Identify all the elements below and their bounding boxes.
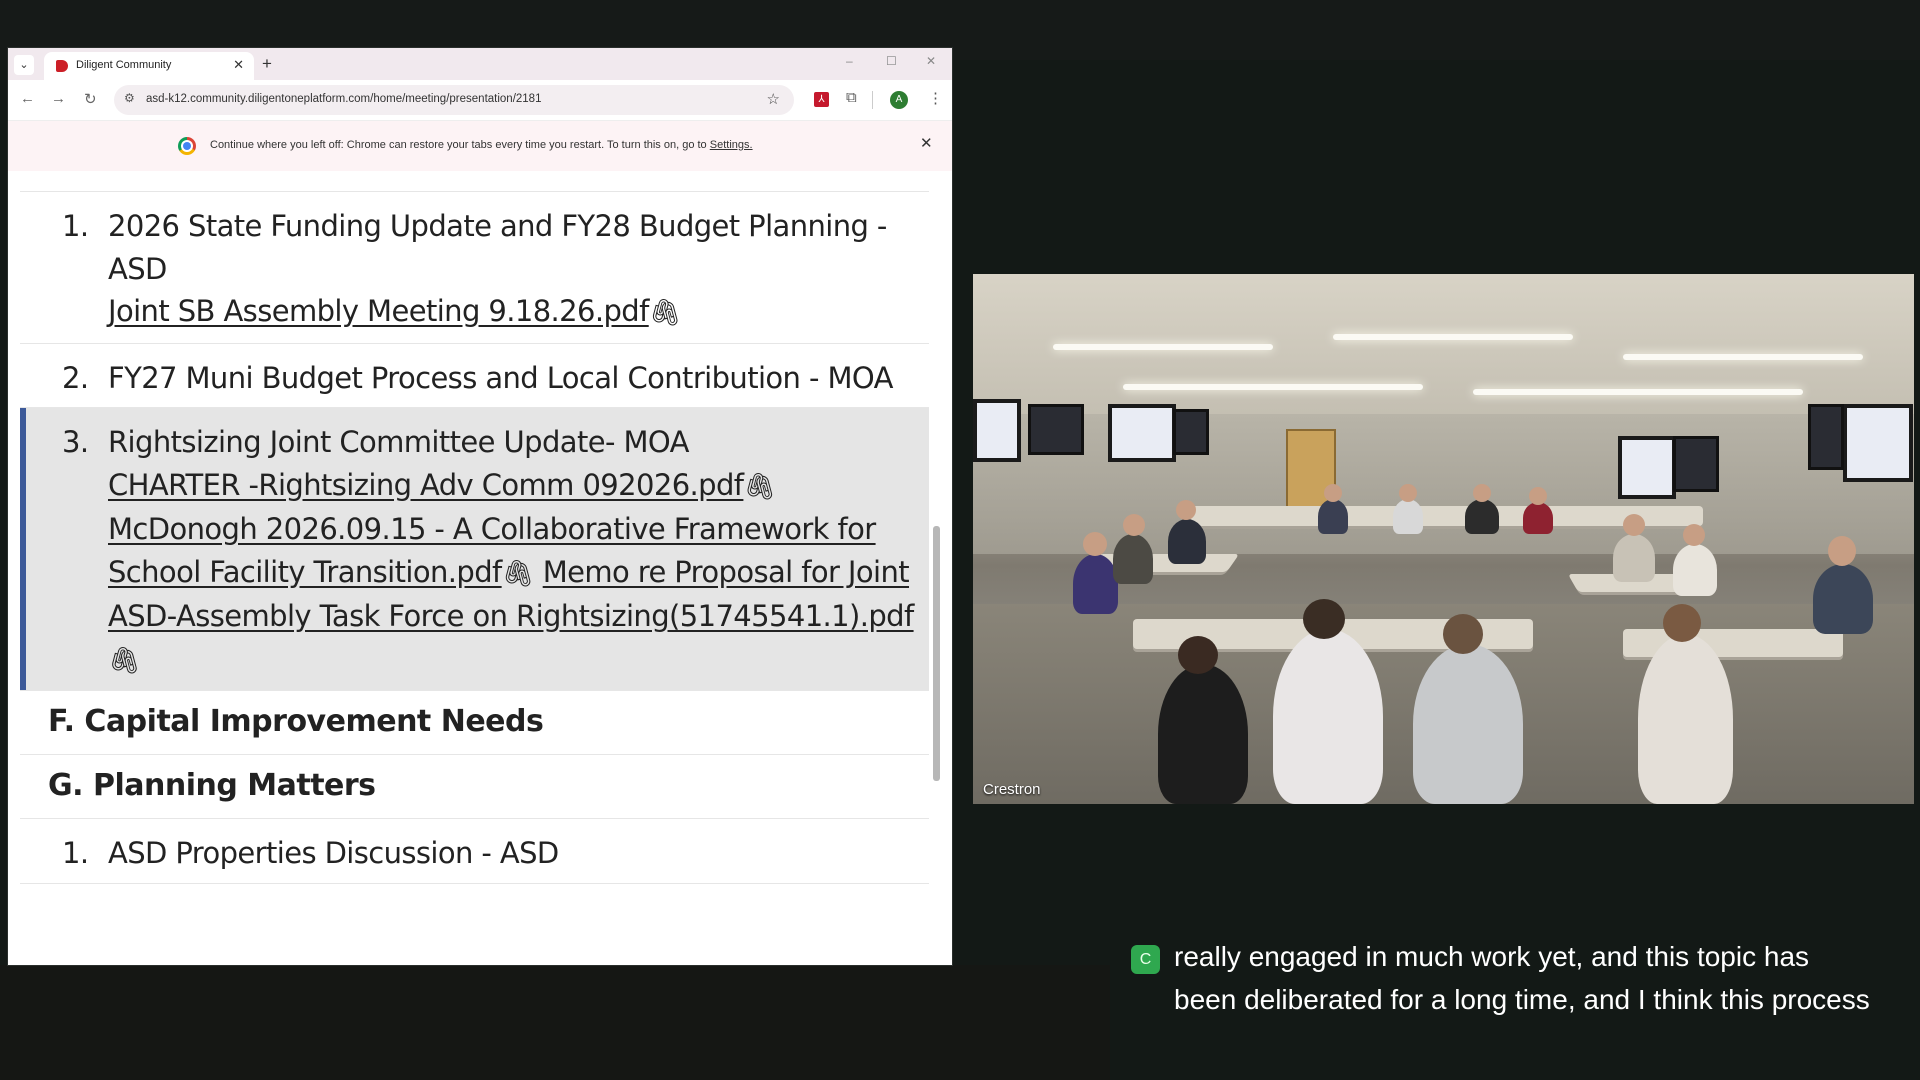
person-head [1683,524,1705,546]
item-number: 1. [62,836,89,870]
ceiling-light [1333,334,1573,340]
paperclip-icon: 🖇 [743,471,776,502]
wall-monitor [1618,436,1676,499]
person-head [1303,599,1345,639]
seated-person-foreground [1413,644,1523,804]
agenda-list: 1. 2026 State Funding Update and FY28 Bu… [20,191,929,884]
agenda-item-1[interactable]: 1. 2026 State Funding Update and FY28 Bu… [20,192,929,344]
desktop-bottom-band [0,965,1110,1080]
ceiling-light [1053,344,1273,350]
person-head [1443,614,1483,654]
person-head [1176,500,1196,520]
seated-person [1393,499,1423,534]
person-head [1529,487,1547,505]
seated-person [1813,564,1873,634]
paperclip-icon: 🖇 [501,558,535,589]
seated-person [1168,519,1206,564]
forward-icon[interactable]: → [51,90,66,107]
acrobat-icon[interactable]: ⅄ [814,92,829,107]
infobar-message: Continue where you left off: Chrome can … [210,139,753,151]
wall-monitor [973,399,1021,462]
address-bar[interactable]: ⚙ asd-k12.community.diligentoneplatform.… [114,85,794,115]
site-info-icon[interactable]: ⚙ [124,91,135,105]
person-head [1324,484,1342,502]
agenda-page: 1. 2026 State Funding Update and FY28 Bu… [8,171,952,965]
back-icon[interactable]: ← [20,90,35,107]
extensions-icon[interactable]: ⧉ [846,89,857,106]
browser-window: ⌄ Diligent Community ✕ + – ☐ ✕ ← → ↻ ⚙ a… [8,48,952,965]
agenda-item-properties[interactable]: 1. ASD Properties Discussion - ASD [20,819,929,884]
settings-link[interactable]: Settings. [710,139,753,151]
item-number: 3. [62,425,89,459]
url-text: asd-k12.community.diligentoneplatform.co… [146,93,542,105]
kebab-menu-icon[interactable]: ⋮ [928,89,943,107]
wall-monitor [1108,404,1176,462]
restore-tabs-infobar: Continue where you left off: Chrome can … [8,121,952,172]
wall-monitor [1808,404,1844,470]
paperclip-icon: 🖇 [648,298,682,328]
item-number: 1. [62,209,89,243]
seated-person [1613,534,1655,582]
person-head [1663,604,1701,642]
page-scrollbar[interactable] [933,526,940,781]
attachment-link[interactable]: CHARTER -Rightsizing Adv Comm 092026.pdf [108,468,744,502]
maximize-button[interactable]: ☐ [886,54,897,68]
new-tab-button[interactable]: + [262,54,272,74]
bookmark-star-icon[interactable]: ☆ [767,90,780,108]
ceiling-light [1623,354,1863,360]
browser-tab[interactable]: Diligent Community ✕ [44,52,254,80]
paperclip-icon: 🖇 [108,645,141,676]
video-feed: Crestron [973,274,1914,804]
item-title: 2026 State Funding Update and FY28 Budge… [108,209,887,286]
person-head [1399,484,1417,502]
seated-person [1318,499,1348,534]
toolbar-divider [872,91,873,109]
chrome-logo-icon [178,137,196,155]
section-capital-improvement[interactable]: F. Capital Improvement Needs [20,691,929,755]
live-caption-text: really engaged in much work yet, and thi… [1174,941,1870,1015]
agenda-item-3-selected[interactable]: 3. Rightsizing Joint Committee Update- M… [20,408,929,691]
attachment-link[interactable]: Joint SB Assembly Meeting 9.18.26.pdf [108,294,649,328]
item-title: Rightsizing Joint Committee Update- MOA [108,425,689,459]
seated-person [1465,499,1499,534]
wall-monitor [1673,436,1719,492]
seated-person-foreground [1638,634,1733,804]
person-head [1123,514,1145,536]
seated-person [1673,544,1717,596]
seated-person [1073,554,1118,614]
profile-avatar[interactable]: A [890,91,908,109]
person-head [1828,536,1856,566]
minimize-button[interactable]: – [846,54,853,68]
reload-icon[interactable]: ↻ [84,90,97,108]
seated-person-foreground [1273,629,1383,804]
tab-close-icon[interactable]: ✕ [233,57,244,73]
browser-toolbar: ← → ↻ ⚙ asd-k12.community.diligentonepla… [8,80,952,121]
person-head [1623,514,1645,536]
video-source-label: Crestron [983,781,1041,798]
tab-strip: ⌄ Diligent Community ✕ + – ☐ ✕ [8,48,952,80]
tab-search-icon[interactable]: ⌄ [14,55,34,75]
diligent-favicon-icon [56,60,68,72]
item-number: 2. [62,360,89,395]
wall-monitor [1843,404,1913,482]
wall-monitor [1028,404,1084,455]
item-title: FY27 Muni Budget Process and Local Contr… [108,360,893,395]
section-planning-matters[interactable]: G. Planning Matters [20,755,929,819]
seated-person [1113,534,1153,584]
ceiling-light [1123,384,1423,390]
window-close-button[interactable]: ✕ [926,54,936,68]
tab-title: Diligent Community [76,59,172,71]
agenda-item-2[interactable]: 2. FY27 Muni Budget Process and Local Co… [20,344,929,408]
seated-person [1523,502,1553,534]
item-title: ASD Properties Discussion - ASD [108,836,559,870]
ceiling-light [1473,389,1803,395]
seated-person-foreground [1158,664,1248,804]
person-head [1083,532,1107,556]
person-head [1178,636,1218,674]
infobar-close-icon[interactable]: ✕ [920,134,933,152]
wall-monitor [1173,409,1209,455]
person-head [1473,484,1491,502]
speaker-badge: C [1131,945,1160,974]
